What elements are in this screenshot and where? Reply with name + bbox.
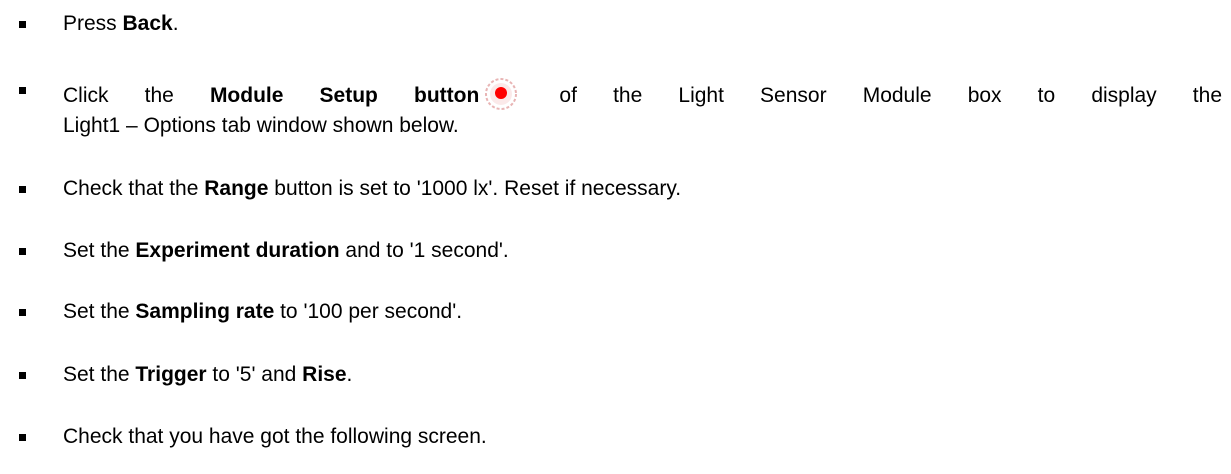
instruction-list: Press Back. Click the Module Setup butto…	[0, 0, 1231, 474]
bold-term: Sampling rate	[135, 300, 275, 323]
bold-term: Trigger	[135, 363, 207, 386]
module-setup-icon	[483, 76, 519, 112]
bullet	[19, 87, 26, 94]
bold-term: Module Setup button	[209, 84, 480, 107]
list-item: Click the Module Setup button of the Lig…	[0, 76, 1231, 137]
bullet	[19, 309, 26, 316]
bold-term: Back	[122, 12, 173, 35]
bullet	[19, 21, 26, 28]
step-text: Check that the Range button is set to '1…	[63, 177, 682, 200]
bullet	[19, 434, 26, 441]
step-text: Set the Experiment duration and to '1 se…	[63, 239, 509, 262]
step-text: Set the Trigger to '5' and Rise.	[63, 363, 353, 386]
bold-term: Rise	[302, 363, 347, 386]
bullet	[19, 248, 26, 255]
bold-term: Experiment duration	[135, 239, 340, 262]
bullet	[19, 372, 26, 379]
step-text: Press Back.	[63, 12, 179, 35]
step-text: Check that you have got the following sc…	[63, 425, 487, 448]
bullet	[19, 186, 26, 193]
step-text: Set the Sampling rate to '100 per second…	[63, 300, 463, 323]
step-text: Click the Module Setup button of the Lig…	[63, 76, 1222, 140]
bold-term: Range	[204, 177, 269, 200]
